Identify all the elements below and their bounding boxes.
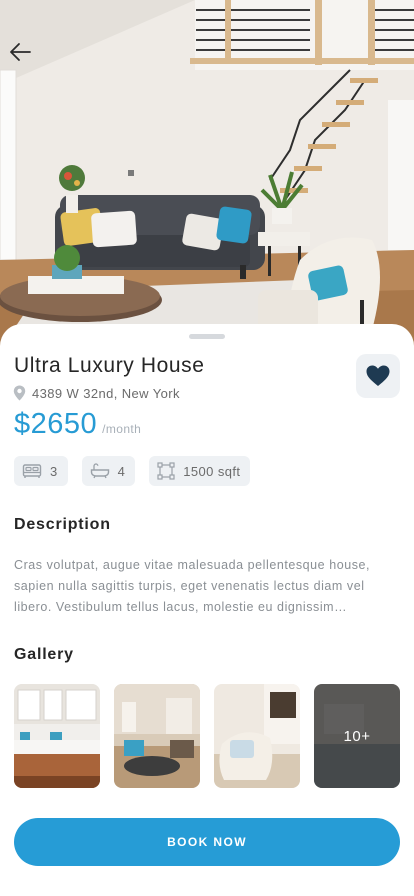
gallery-heading: Gallery xyxy=(14,646,74,663)
living-room-thumb-photo xyxy=(114,684,200,788)
gallery-thumb-kitchen[interactable] xyxy=(14,684,100,788)
description-heading: Description xyxy=(14,516,111,533)
feature-bedrooms: 3 xyxy=(14,456,68,486)
bathtub-icon xyxy=(90,463,109,479)
more-photos-label: 10+ xyxy=(314,684,400,788)
hero-photo xyxy=(0,0,414,350)
feature-bathrooms: 4 xyxy=(81,456,136,486)
arrow-left-icon xyxy=(10,43,31,61)
area-icon xyxy=(157,462,175,480)
armchair-photo xyxy=(214,684,300,788)
property-location: 4389 W 32nd, New York xyxy=(13,385,180,401)
gallery-thumb-bedroom[interactable] xyxy=(214,684,300,788)
price-period: /month xyxy=(102,422,142,436)
gallery-thumb-more[interactable]: 10+ xyxy=(314,684,400,788)
drag-handle[interactable] xyxy=(189,334,225,339)
property-details-sheet: Ultra Luxury House 4389 W 32nd, New York… xyxy=(0,324,414,896)
living-room-photo xyxy=(0,0,414,350)
features-list: 3 4 1500 sqft xyxy=(14,456,251,486)
kitchen-photo xyxy=(14,684,100,788)
price-row: $2650 /month xyxy=(14,408,141,441)
gallery-list: 10+ xyxy=(14,684,400,788)
feature-value: 1500 sqft xyxy=(183,463,241,479)
description-text: Cras volutpat, augue vitae malesuada pel… xyxy=(14,558,371,614)
location-pin-icon xyxy=(13,385,26,401)
property-title: Ultra Luxury House xyxy=(14,354,205,377)
feature-area: 1500 sqft xyxy=(149,456,251,486)
heart-icon xyxy=(366,365,390,386)
back-button[interactable] xyxy=(8,42,38,72)
favorite-button[interactable] xyxy=(356,354,400,398)
gallery-thumb-living-room[interactable] xyxy=(114,684,200,788)
feature-value: 3 xyxy=(50,463,58,479)
bed-icon xyxy=(22,464,42,478)
address-text: 4389 W 32nd, New York xyxy=(32,385,180,401)
book-now-button[interactable]: BOOK NOW xyxy=(14,818,400,866)
feature-value: 4 xyxy=(117,463,126,479)
price-value: $2650 xyxy=(14,408,98,440)
